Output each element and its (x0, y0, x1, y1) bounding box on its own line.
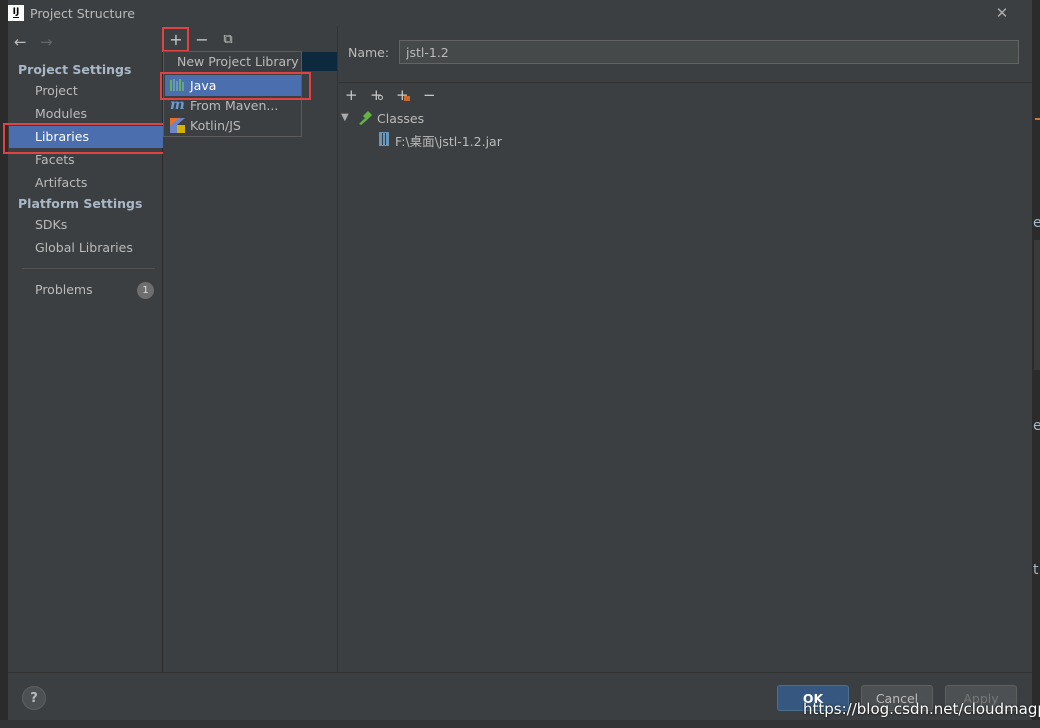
kotlin-js-icon (170, 118, 185, 133)
tree-node-jar[interactable]: F:\桌面\jstl-1.2.jar (395, 131, 502, 150)
project-settings-heading: Project Settings (18, 62, 132, 77)
add-root-alt-button[interactable]: + (370, 86, 383, 104)
background-ide-left (0, 0, 8, 728)
forward-arrow-icon[interactable]: → (40, 33, 53, 51)
java-highlight-box (160, 72, 311, 100)
copy-library-button[interactable]: ⧉ (219, 30, 237, 48)
window-title: Project Structure (30, 6, 135, 21)
add-root-button[interactable]: + (345, 86, 358, 104)
popup-item-from-maven[interactable]: From Maven... (190, 98, 278, 113)
jar-file-icon (379, 132, 389, 146)
background-ide-bottom (0, 720, 1040, 728)
nav-item-artifacts[interactable]: Artifacts (35, 175, 87, 190)
nav-item-global-libraries[interactable]: Global Libraries (35, 240, 133, 255)
remove-library-button[interactable]: − (193, 30, 211, 49)
problems-count-badge: 1 (137, 282, 154, 299)
name-label: Name: (348, 45, 390, 60)
nav-divider (22, 268, 155, 269)
libraries-highlight-box (3, 123, 168, 154)
tree-node-classes[interactable]: Classes (377, 111, 424, 126)
background-fragment: e (1033, 215, 1040, 231)
nav-item-project[interactable]: Project (35, 83, 78, 98)
close-icon[interactable]: ✕ (992, 3, 1012, 23)
background-fragment (1035, 118, 1040, 120)
background-fragment (1034, 240, 1040, 370)
jar-small-icon (404, 96, 410, 101)
watermark: https://blog.csdn.net/cloudmagpi_ (803, 700, 1040, 718)
help-button[interactable]: ? (22, 686, 46, 710)
platform-settings-heading: Platform Settings (18, 196, 143, 211)
detail-divider (338, 82, 1032, 83)
popup-title: New Project Library (177, 54, 299, 69)
popup-item-kotlin-js[interactable]: Kotlin/JS (190, 118, 241, 133)
back-arrow-icon[interactable]: ← (14, 33, 27, 51)
remove-root-button[interactable]: − (423, 86, 436, 104)
title-bar (8, 0, 1032, 26)
nav-item-modules[interactable]: Modules (35, 106, 87, 121)
gear-small-icon (378, 95, 383, 100)
library-detail-panel (338, 26, 1032, 672)
nav-item-facets[interactable]: Facets (35, 152, 75, 167)
nav-item-problems[interactable]: Problems (35, 282, 93, 297)
library-name-input[interactable] (399, 40, 1019, 64)
background-fragment: t (1033, 562, 1039, 578)
add-button-highlight-box (162, 27, 189, 52)
classes-root-icon (359, 111, 372, 125)
add-jar-button[interactable]: + (396, 86, 410, 104)
library-list-selected-row[interactable] (301, 52, 337, 71)
nav-item-sdks[interactable]: SDKs (35, 217, 67, 232)
background-fragment: e (1033, 418, 1040, 434)
expand-arrow-icon[interactable]: ▼ (341, 112, 349, 123)
intellij-logo-icon: IJ (8, 5, 24, 21)
